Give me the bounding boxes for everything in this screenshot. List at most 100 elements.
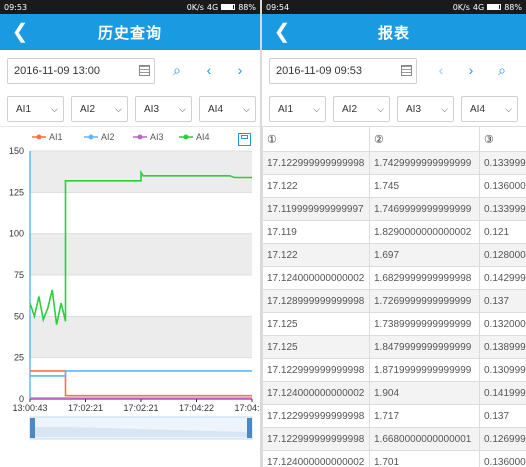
search-icon[interactable]: ⌕: [492, 60, 512, 80]
history-panel: 09:53 0K/s 4G 88% ❮ 历史查询 2016-11-09 13:0…: [0, 0, 260, 467]
back-icon[interactable]: ❮: [8, 20, 32, 44]
channel-selects: AI1 ⌵ AI2 ⌵ AI3 ⌵ AI4 ⌵: [0, 94, 260, 126]
select-label: AI4: [470, 103, 486, 115]
table-cell: 17.119: [262, 220, 370, 244]
save-icon[interactable]: [238, 133, 251, 146]
next-icon[interactable]: ›: [461, 60, 481, 80]
table-row: 17.128999999999998 1.7269999999999999 0.13…: [262, 289, 526, 313]
calendar-icon[interactable]: [401, 65, 412, 76]
y-tick-label: 25: [14, 353, 24, 363]
prev-icon[interactable]: ‹: [431, 60, 451, 80]
table-row: 17.122999999999998 1.6680000000000001 0.12…: [262, 427, 526, 451]
chevron-down-icon: ⌵: [377, 104, 384, 114]
calendar-icon[interactable]: [139, 65, 150, 76]
series-line-ai1: [30, 370, 252, 397]
table-cell: 1.904: [369, 381, 480, 405]
select-ai4[interactable]: AI4 ⌵: [461, 96, 518, 122]
select-ai4[interactable]: AI4 ⌵: [199, 96, 256, 122]
table-row: 17.122999999999998 1.8719999999999999 0.13…: [262, 358, 526, 382]
page-title: 历史查询: [97, 24, 162, 42]
table-cell: 1.7389999999999999: [369, 312, 480, 336]
column-header: ①: [262, 126, 370, 152]
table-cell: 17.125: [262, 312, 370, 336]
y-tick-label: 150: [9, 146, 24, 156]
select-ai1[interactable]: AI1 ⌵: [7, 96, 64, 122]
table-cell: 0.137: [479, 289, 526, 313]
next-icon[interactable]: ›: [230, 60, 250, 80]
table-row: 17.124000000000002 1.701 0.136000: [262, 450, 526, 467]
table-cell: 0.136000: [479, 174, 526, 198]
table-cell: 0.142999: [479, 266, 526, 290]
table-row: 17.122 1.697 0.128000: [262, 243, 526, 267]
select-label: AI3: [406, 103, 422, 115]
table-cell: 0.138999: [479, 335, 526, 359]
page-title: 报表: [377, 24, 410, 42]
x-tick-label: 13:00:43: [12, 403, 47, 413]
chart-svg: 025507510012515013:00:43 17:02:21 17:02:21…: [9, 132, 260, 440]
y-tick-label: 50: [14, 311, 24, 321]
status-bar: 09:53 0K/s 4G 88%: [0, 0, 260, 14]
table-cell: 0.126999: [479, 427, 526, 451]
table-cell: 0.133999: [479, 151, 526, 175]
legend-label-ai4: AI4: [196, 132, 210, 142]
table-cell: 1.6829999999999998: [369, 266, 480, 290]
table-cell: 1.8290000000000002: [369, 220, 480, 244]
select-ai1[interactable]: AI1 ⌵: [269, 96, 326, 122]
select-ai2[interactable]: AI2 ⌵: [71, 96, 128, 122]
status-battery: 88%: [238, 2, 256, 12]
table-row: 17.122999999999998 1.717 0.137: [262, 404, 526, 428]
report-table-container[interactable]: ① ② ③ 17.122999999999998 1.7429999999999999 0…: [262, 126, 526, 467]
table-cell: 1.701: [369, 450, 480, 467]
battery-icon: [221, 4, 236, 10]
status-time: 09:54: [266, 2, 290, 12]
table-cell: 0.141999: [479, 381, 526, 405]
report-table: ① ② ③ 17.122999999999998 1.7429999999999999 0…: [262, 126, 526, 467]
table-cell: 17.122999999999998: [262, 427, 370, 451]
table-row: 17.119 1.8290000000000002 0.121: [262, 220, 526, 244]
table-cell: 1.7469999999999999: [369, 197, 480, 221]
table-cell: 17.125: [262, 335, 370, 359]
legend-marker-ai3: [137, 134, 143, 140]
status-bar: 09:54 0K/s 4G 88%: [262, 0, 526, 14]
table-row: 17.124000000000002 1.904 0.141999: [262, 381, 526, 405]
table-cell: 17.122: [262, 243, 370, 267]
prev-icon[interactable]: ‹: [199, 60, 219, 80]
title-bar: ❮ 历史查询: [0, 14, 260, 50]
search-icon[interactable]: ⌕: [167, 60, 187, 80]
table-cell: 1.7269999999999999: [369, 289, 480, 313]
table-header-row: ①②③: [262, 126, 526, 152]
table-cell: 0.137: [479, 404, 526, 428]
table-cell: 0.128000: [479, 243, 526, 267]
table-row: 17.122999999999998 1.7429999999999999 0.13…: [262, 151, 526, 175]
status-battery: 88%: [504, 2, 522, 12]
table-cell: 17.122999999999998: [262, 151, 370, 175]
table-cell: 17.122: [262, 174, 370, 198]
table-cell: 1.6680000000000001: [369, 427, 480, 451]
select-ai3[interactable]: AI3 ⌵: [135, 96, 192, 122]
select-label: AI2: [80, 103, 96, 115]
select-label: AI2: [342, 103, 358, 115]
table-cell: 17.124000000000002: [262, 381, 370, 405]
table-cell: 0.132000: [479, 312, 526, 336]
zoom-handle-left: [30, 418, 35, 438]
grid-band: [30, 316, 252, 358]
x-tick-label: 17:02:21: [68, 403, 103, 413]
legend-label-ai3: AI3: [150, 132, 164, 142]
column-header: ③: [479, 126, 526, 152]
status-network: 0K/s: [186, 2, 204, 12]
table-cell: 1.7429999999999999: [369, 151, 480, 175]
select-ai3[interactable]: AI3 ⌵: [397, 96, 454, 122]
date-input[interactable]: 2016-11-09 13:00: [7, 58, 155, 84]
legend-marker-ai2: [88, 134, 94, 140]
y-tick-label: 75: [14, 270, 24, 280]
legend-label-ai2: AI2: [101, 132, 115, 142]
table-cell: 0.136000: [479, 450, 526, 467]
date-input[interactable]: 2016-11-09 09:53: [269, 58, 417, 84]
back-icon[interactable]: ❮: [270, 20, 294, 44]
x-tick-label: 17:02:21: [123, 403, 158, 413]
table-cell: 1.745: [369, 174, 480, 198]
select-ai2[interactable]: AI2 ⌵: [333, 96, 390, 122]
channel-selects: AI1 ⌵ AI2 ⌵ AI3 ⌵ AI4 ⌵: [262, 94, 526, 126]
table-row: 17.122 1.745 0.136000: [262, 174, 526, 198]
legend-label-ai1: AI1: [49, 132, 63, 142]
